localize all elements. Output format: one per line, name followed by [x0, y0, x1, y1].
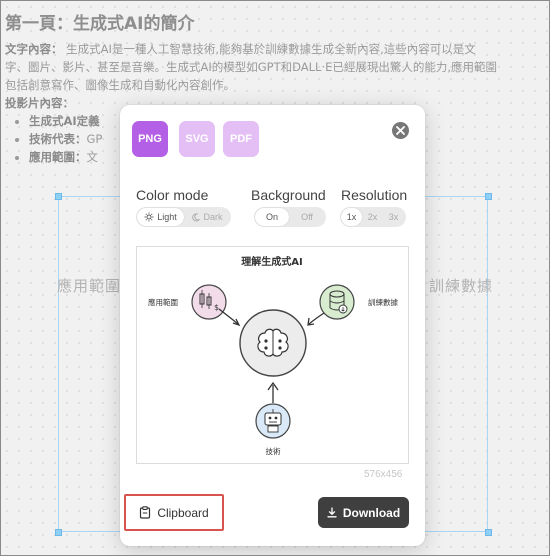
- content-line: 文字內容： 生成式AI是一種人工智慧技術,能夠基於訓練數據生成全新內容,這些內容…: [5, 40, 547, 58]
- export-dialog: PNG SVG PDF Color mode Light Dark Backgr…: [120, 105, 425, 546]
- format-png-button[interactable]: PNG: [132, 121, 168, 157]
- candlestick-icon: $: [191, 284, 227, 320]
- download-button[interactable]: Download: [318, 497, 409, 528]
- resolution-1x[interactable]: 1x: [341, 208, 362, 226]
- resolution-toggle[interactable]: 1x 2x 3x: [340, 207, 406, 227]
- resize-handle[interactable]: [55, 193, 62, 200]
- document-title: 第一頁：生成式AI的簡介: [5, 14, 195, 34]
- sun-icon: [144, 212, 154, 222]
- color-mode-toggle[interactable]: Light Dark: [136, 207, 231, 227]
- resolution-2x[interactable]: 2x: [362, 208, 383, 226]
- export-preview: 理解生成式AI 應用範圍 $ 訓練數據 技術: [136, 246, 409, 464]
- content-text: 生成式AI是一種人工智慧技術,能夠基於訓練數據生成全新內容,這些內容可以是文: [66, 42, 476, 56]
- content-label: 文字內容：: [5, 42, 63, 56]
- database-icon: [319, 284, 355, 320]
- background-label: Background: [251, 187, 326, 203]
- preview-right-label: 訓練數據: [368, 297, 398, 307]
- format-pdf-button[interactable]: PDF: [223, 121, 259, 157]
- color-mode-dark[interactable]: Dark: [184, 208, 230, 226]
- canvas-label-left: 應用範圍: [57, 277, 122, 295]
- background-on[interactable]: On: [255, 208, 289, 226]
- close-button[interactable]: [392, 122, 409, 139]
- resize-handle[interactable]: [485, 529, 492, 536]
- background-toggle[interactable]: On Off: [254, 207, 326, 227]
- document-text: 第一頁：生成式AI的簡介 文字內容： 生成式AI是一種人工智慧技術,能夠基於訓練…: [1, 1, 549, 164]
- preview-left-label: 應用範圍: [148, 297, 178, 307]
- clipboard-label: Clipboard: [157, 505, 209, 520]
- color-mode-label: Color mode: [136, 187, 209, 203]
- resize-handle[interactable]: [55, 529, 62, 536]
- copy-to-clipboard-button[interactable]: Clipboard: [124, 494, 224, 531]
- format-svg-button[interactable]: SVG: [179, 121, 215, 157]
- content-line: 包括創意寫作、圖像生成和自動化內容創作。: [5, 78, 235, 92]
- preview-title: 理解生成式AI: [241, 255, 302, 268]
- app-window: 第一頁：生成式AI的簡介 文字內容： 生成式AI是一種人工智慧技術,能夠基於訓練…: [0, 0, 550, 556]
- download-icon: [327, 507, 337, 518]
- content-line: 字、圖片、影片、甚至是音樂。生成式AI的模型如GPT和DALL·E已經展現出驚人…: [5, 60, 498, 74]
- color-mode-light[interactable]: Light: [137, 208, 184, 226]
- moon-icon: [192, 212, 201, 222]
- download-label: Download: [342, 505, 401, 520]
- svg-text:$: $: [214, 303, 219, 312]
- resolution-label: Resolution: [341, 187, 408, 203]
- resolution-3x[interactable]: 3x: [383, 208, 404, 226]
- brain-icon: [239, 309, 307, 377]
- robot-icon: [255, 403, 291, 439]
- clipboard-icon: [140, 506, 151, 519]
- diagram-preview: 理解生成式AI 應用範圍 $ 訓練數據 技術: [148, 255, 398, 456]
- background-off[interactable]: Off: [289, 208, 325, 226]
- preview-bottom-label: 技術: [266, 446, 281, 456]
- canvas-label-right: 訓練數據: [429, 277, 494, 295]
- image-dimensions: 576x456: [364, 469, 403, 480]
- close-icon: [396, 126, 405, 135]
- resize-handle[interactable]: [485, 193, 492, 200]
